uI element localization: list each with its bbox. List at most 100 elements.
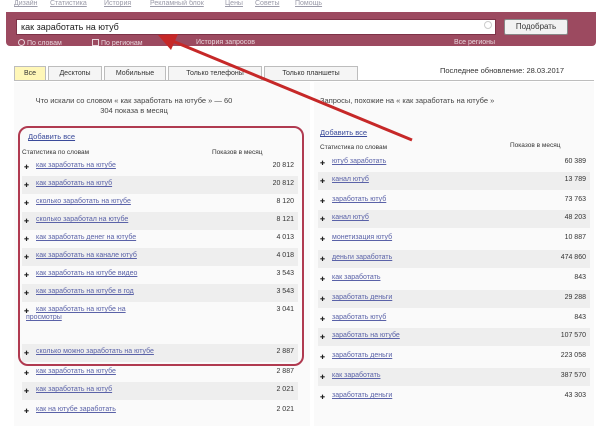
count: 43 303	[564, 392, 586, 399]
phrase-link[interactable]: деньги заработать	[332, 254, 392, 261]
radio-icon	[18, 39, 25, 46]
option-all-regions[interactable]: Все регионы	[454, 39, 495, 46]
right-panel-heading: Запросы, похожие на « как заработать на …	[320, 96, 495, 105]
count: 223 058	[560, 352, 586, 359]
count: 13 789	[564, 176, 586, 183]
nav-link[interactable]: Цены	[225, 0, 243, 7]
search-button[interactable]: Подобрать	[504, 19, 568, 35]
option-label: По словам	[27, 40, 62, 47]
clear-icon[interactable]	[484, 21, 492, 29]
search-input[interactable]	[16, 19, 496, 35]
table-row: ✚ как на ютубе заработать 2 021	[22, 402, 298, 420]
plus-icon[interactable]: ✚	[24, 370, 29, 377]
option-label: История запросов	[196, 39, 255, 46]
nav-link[interactable]: Статистика	[50, 0, 87, 7]
column-count: Показов в месяц	[510, 142, 561, 149]
count: 73 763	[564, 196, 586, 203]
table-row: ✚ как заработать на ютуб 2 021	[22, 382, 298, 400]
count: 2 021	[276, 406, 294, 413]
plus-icon[interactable]: ✚	[320, 178, 325, 185]
phrase-link[interactable]: заработать деньги	[332, 392, 392, 399]
highlight-frame	[18, 126, 304, 366]
tab-divider	[14, 80, 594, 81]
phrase-link[interactable]: монетизация ютуб	[332, 234, 392, 241]
table-row: ✚ заработать деньги 29 288	[318, 290, 590, 308]
phrase-link[interactable]: как заработать на ютубе	[36, 368, 116, 375]
plus-icon[interactable]: ✚	[320, 374, 325, 381]
nav-link[interactable]: Советы	[255, 0, 280, 7]
table-row: ✚ заработать деньги 223 058	[318, 348, 590, 366]
add-all-link[interactable]: Добавить все	[320, 128, 367, 137]
table-row: ✚ как заработать на ютубе 2 887	[22, 364, 298, 382]
tab-tablets[interactable]: Только планшеты	[264, 66, 358, 80]
count: 2 021	[276, 386, 294, 393]
option-history[interactable]: История запросов	[196, 39, 255, 46]
option-label: Все регионы	[454, 39, 496, 46]
table-row: ✚ канал ютуб 48 203	[318, 210, 590, 228]
phrase-link[interactable]: как заработать	[332, 372, 380, 379]
column-phrase: Статистика по словам	[320, 144, 388, 151]
phrase-link[interactable]: как на ютубе заработать	[36, 406, 116, 413]
tab-phones[interactable]: Только телефоны	[168, 66, 262, 80]
plus-icon[interactable]: ✚	[320, 334, 325, 341]
count: 843	[574, 314, 586, 321]
table-row: ✚ заработать на ютубе 107 570	[318, 328, 590, 346]
count: 2 887	[276, 368, 294, 375]
tab-desktop[interactable]: Десктопы	[48, 66, 102, 80]
phrase-link[interactable]: канал ютуб	[332, 176, 369, 183]
phrase-link[interactable]: заработать деньги	[332, 294, 392, 301]
count: 10 887	[564, 234, 586, 241]
checkbox-icon	[92, 39, 99, 46]
table-row: ✚ монетизация ютуб 10 887	[318, 230, 590, 248]
count: 387 570	[560, 372, 586, 379]
option-by-regions[interactable]: По регионам	[92, 39, 143, 47]
count: 843	[574, 274, 586, 281]
plus-icon[interactable]: ✚	[320, 296, 325, 303]
phrase-link[interactable]: как заработать на ютуб	[36, 386, 112, 393]
table-row: ✚ деньги заработать 474 860	[318, 250, 590, 268]
table-row: ✚ ютуб заработать 60 389	[318, 154, 590, 172]
table-row: ✚ как заработать 843	[318, 270, 590, 288]
option-label: По регионам	[101, 40, 143, 47]
tab-mobile[interactable]: Мобильные	[104, 66, 166, 80]
plus-icon[interactable]: ✚	[320, 236, 325, 243]
plus-icon[interactable]: ✚	[320, 354, 325, 361]
phrase-link[interactable]: канал ютуб	[332, 214, 369, 221]
count: 474 860	[560, 254, 586, 261]
table-row: ✚ заработать ютуб 843	[318, 310, 590, 328]
phrase-link[interactable]: заработать на ютубе	[332, 332, 400, 339]
phrase-link[interactable]: ютуб заработать	[332, 158, 386, 165]
search-bar: Подобрать По словам По регионам История …	[6, 12, 596, 47]
table-row: ✚ заработать деньги 43 303	[318, 388, 590, 406]
option-by-words[interactable]: По словам	[18, 39, 62, 47]
plus-icon[interactable]: ✚	[320, 276, 325, 283]
count: 107 570	[560, 332, 586, 339]
left-panel-heading: Что искали со словом « как заработать на…	[35, 96, 233, 115]
nav-link[interactable]: Дизайн	[14, 0, 38, 7]
nav-link[interactable]: Помощь	[295, 0, 322, 7]
phrase-link[interactable]: заработать ютуб	[332, 314, 386, 321]
last-updated: Последнее обновление: 28.03.2017	[440, 66, 564, 75]
plus-icon[interactable]: ✚	[320, 394, 325, 401]
count: 48 203	[564, 214, 586, 221]
plus-icon[interactable]: ✚	[320, 216, 325, 223]
top-navigation: Дизайн Статистика История Рекламный блок…	[0, 0, 600, 12]
table-row: ✚ канал ютуб 13 789	[318, 172, 590, 190]
nav-link[interactable]: Рекламный блок	[150, 0, 204, 7]
table-row: ✚ заработать ютуб 73 763	[318, 192, 590, 210]
plus-icon[interactable]: ✚	[320, 256, 325, 263]
count: 29 288	[564, 294, 586, 301]
plus-icon[interactable]: ✚	[320, 198, 325, 205]
plus-icon[interactable]: ✚	[24, 388, 29, 395]
plus-icon[interactable]: ✚	[320, 316, 325, 323]
phrase-link[interactable]: как заработать	[332, 274, 380, 281]
phrase-link[interactable]: заработать деньги	[332, 352, 392, 359]
plus-icon[interactable]: ✚	[320, 160, 325, 167]
tab-all[interactable]: Все	[14, 66, 46, 80]
count: 60 389	[564, 158, 586, 165]
right-results-panel: Запросы, похожие на « как заработать на …	[314, 82, 594, 426]
table-row: ✚ как заработать 387 570	[318, 368, 590, 386]
nav-link[interactable]: История	[104, 0, 131, 7]
phrase-link[interactable]: заработать ютуб	[332, 196, 386, 203]
plus-icon[interactable]: ✚	[24, 408, 29, 415]
